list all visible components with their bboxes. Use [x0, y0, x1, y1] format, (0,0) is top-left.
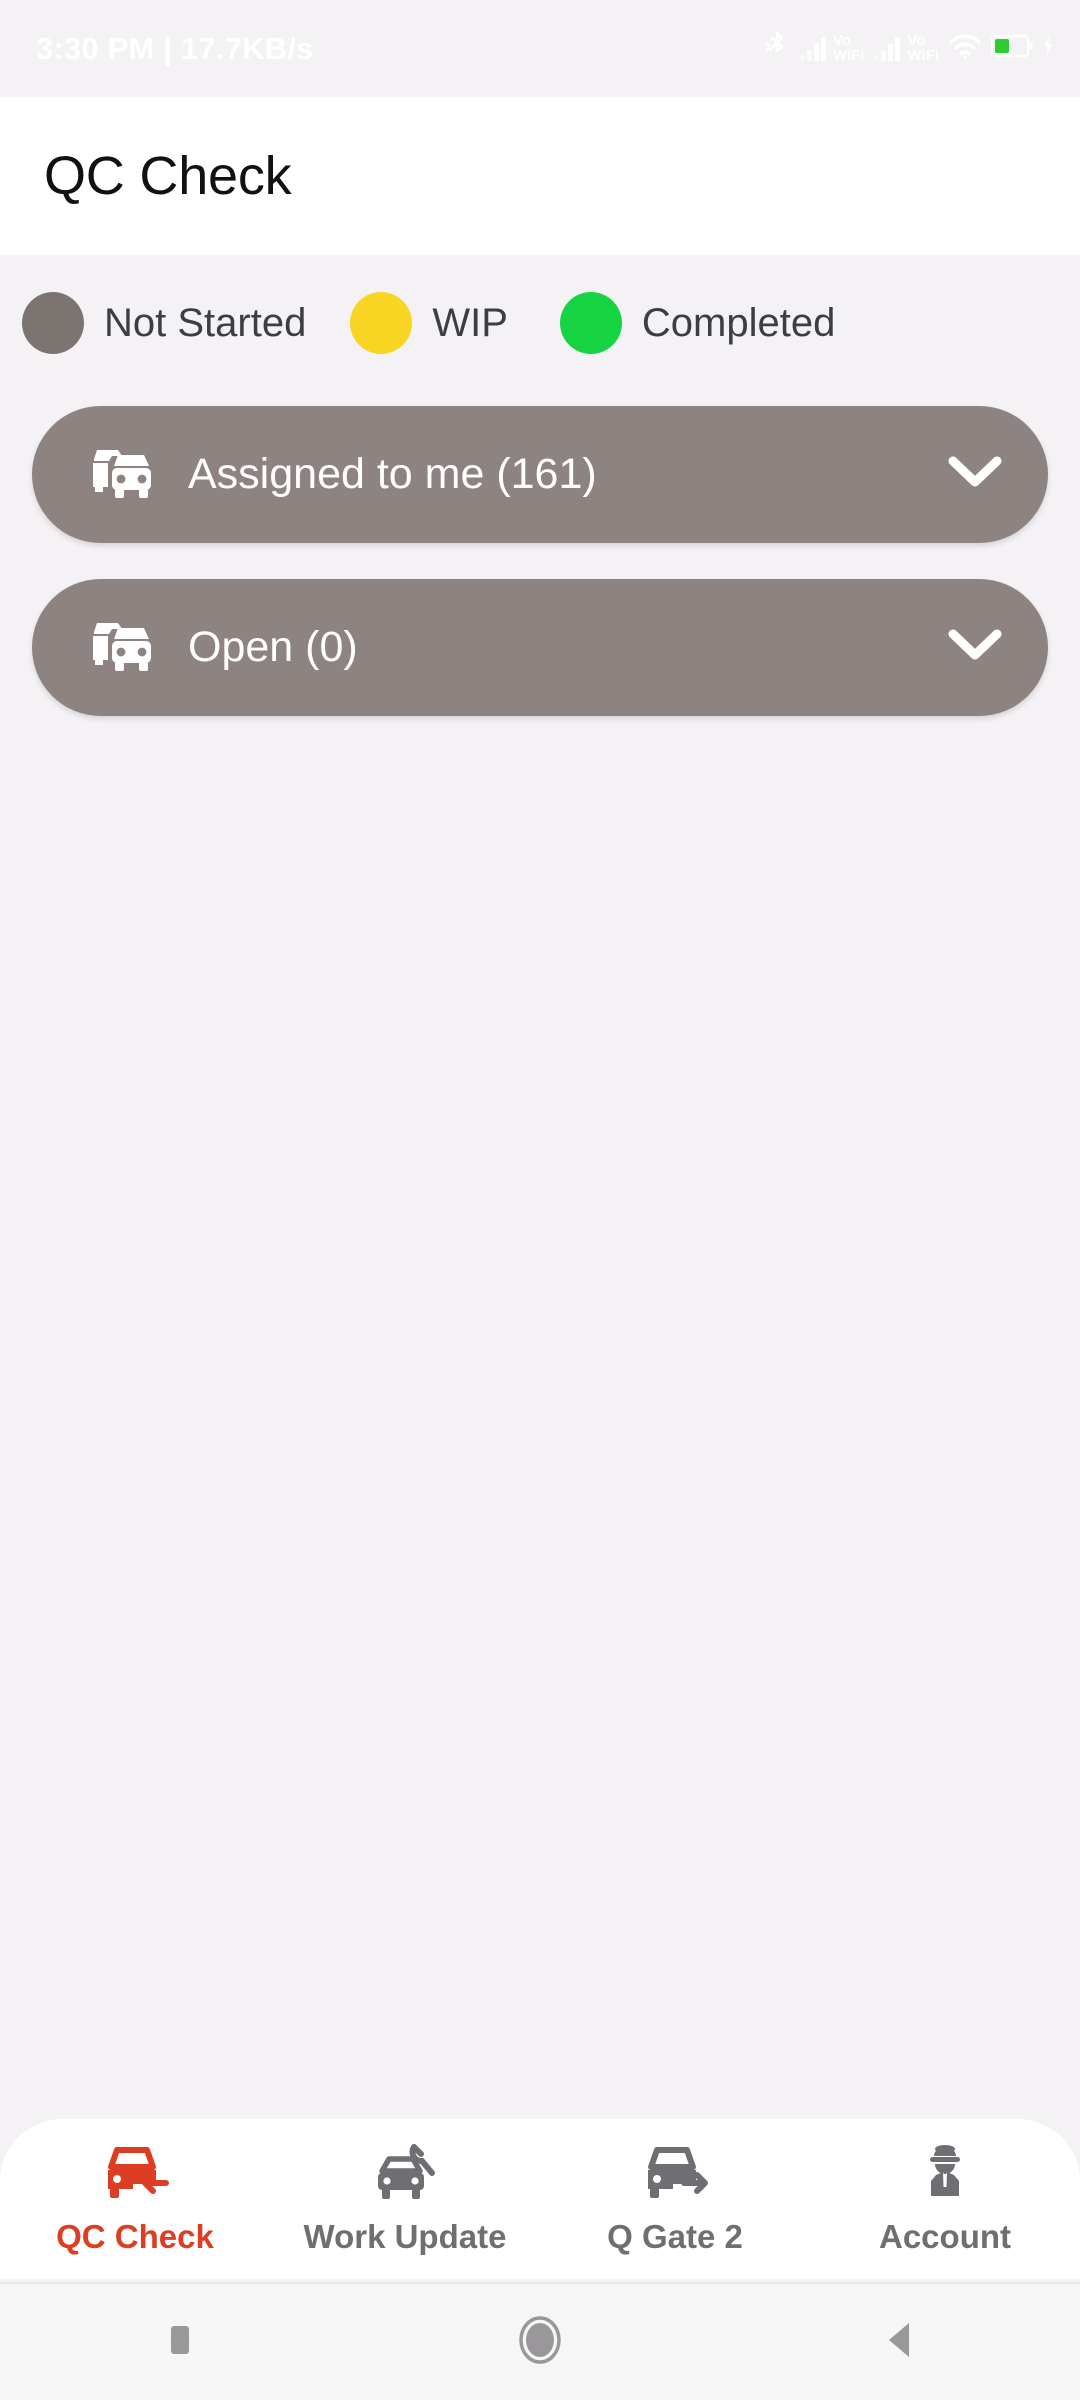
- legend-item-not-started: Not Started: [22, 292, 306, 354]
- car-wrench-icon: [370, 2143, 440, 2209]
- group-label: Assigned to me (161): [188, 450, 597, 498]
- status-dot-not-started: [22, 292, 84, 354]
- cars-icon: [88, 616, 156, 679]
- wifi-icon: [948, 33, 982, 64]
- status-icons-group: Vo WiFi Vo WiFi: [764, 30, 1054, 67]
- car-arrow-right-icon: [640, 2143, 710, 2209]
- driver-person-icon: [910, 2143, 980, 2209]
- signal-bars-icon-sim2: Vo WiFi: [873, 32, 939, 64]
- page-title: QC Check: [44, 146, 292, 206]
- group-card-assigned-to-me[interactable]: Assigned to me (161): [32, 406, 1048, 543]
- charging-bolt-icon: [1042, 34, 1054, 63]
- status-legend: Not Started WIP Completed: [0, 277, 1080, 369]
- legend-label-not-started: Not Started: [104, 300, 307, 345]
- car-arrow-left-icon: [100, 2143, 170, 2209]
- status-dot-wip: [350, 292, 413, 354]
- nav-label-qc-check: QC Check: [56, 2217, 214, 2255]
- nav-item-account[interactable]: Account: [810, 2119, 1080, 2279]
- square-icon: [166, 2323, 194, 2362]
- status-bar: 3:30 PM | 17.7KB/s Vo WiFi Vo WiFi: [0, 0, 1080, 97]
- nav-item-qc-check[interactable]: QC Check: [0, 2119, 270, 2279]
- chevron-down-icon[interactable]: [948, 628, 1002, 667]
- signal-bars-icon-sim1: Vo WiFi: [799, 32, 865, 64]
- legend-label-wip: WIP: [432, 300, 508, 345]
- nav-label-q-gate-2: Q Gate 2: [607, 2217, 743, 2255]
- nav-item-q-gate-2[interactable]: Q Gate 2: [540, 2119, 810, 2279]
- status-time-and-network-speed: 3:30 PM | 17.7KB/s: [36, 30, 314, 66]
- nav-item-work-update[interactable]: Work Update: [270, 2119, 540, 2279]
- bottom-navigation-bar: QC Check Work Update Q Gate 2 Account: [0, 2119, 1080, 2279]
- nav-label-account: Account: [879, 2217, 1011, 2255]
- nav-label-work-update: Work Update: [303, 2217, 507, 2255]
- legend-label-completed: Completed: [641, 300, 836, 345]
- group-list: Assigned to me (161) Open (0): [0, 406, 1080, 752]
- battery-icon: [990, 34, 1033, 63]
- volte-label-sim2: Vo WiFi: [907, 32, 939, 64]
- cars-icon: [88, 443, 156, 506]
- triangle-left-icon: [884, 2319, 916, 2366]
- android-system-navigation-bar: [0, 2284, 1080, 2400]
- legend-item-wip: WIP: [350, 292, 508, 354]
- legend-item-completed: Completed: [559, 292, 836, 354]
- volte-label-sim1: Vo WiFi: [832, 32, 865, 64]
- back-button[interactable]: [720, 2284, 1080, 2400]
- group-label: Open (0): [188, 623, 358, 671]
- recents-button[interactable]: [0, 2284, 360, 2400]
- bluetooth-icon: [764, 30, 790, 67]
- chevron-down-icon[interactable]: [948, 455, 1002, 494]
- home-button[interactable]: [360, 2284, 720, 2400]
- circle-icon: [517, 2315, 563, 2370]
- group-card-open[interactable]: Open (0): [32, 579, 1048, 716]
- app-bar: QC Check: [0, 97, 1080, 255]
- status-dot-completed: [559, 292, 622, 354]
